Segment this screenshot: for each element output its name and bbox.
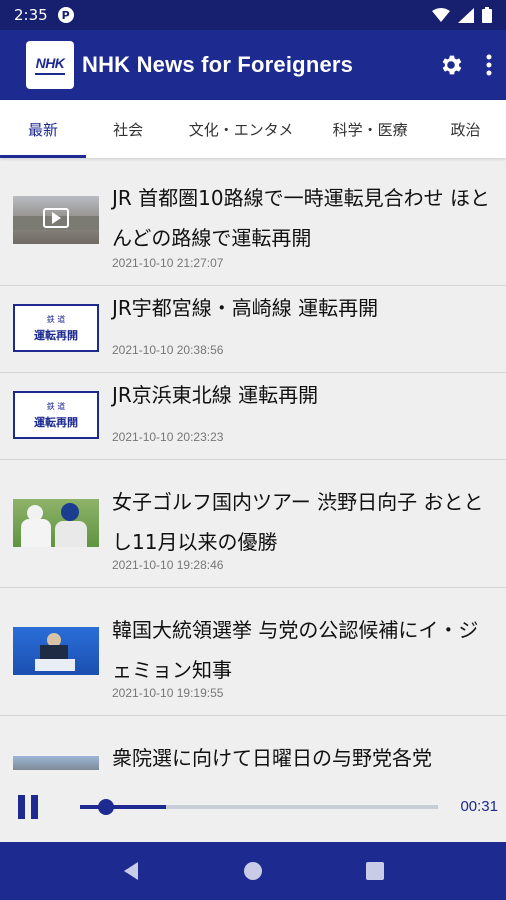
date: 2021-10-10 20:38:56: [112, 343, 224, 357]
recents-icon[interactable]: [366, 862, 385, 880]
article-list: JR 首都圏10路線で一時運転見合わせ ほとんどの路線で運転再開 2021-10…: [0, 164, 506, 786]
list-item[interactable]: 鉄 道 運転再開 JR宇都宮線・高崎線 運転再開 2021-10-10 20:3…: [0, 286, 506, 373]
app-title: NHK News for Foreigners: [82, 52, 354, 77]
pause-icon[interactable]: [18, 795, 44, 819]
nhk-logo: NHK: [26, 41, 74, 89]
street-thumbnail: [13, 756, 99, 770]
progress-fill: [80, 805, 166, 809]
app-bar: NHK NHK News for Foreigners: [0, 30, 506, 100]
play-icon: [43, 208, 69, 228]
signal-icon: [458, 7, 474, 23]
podium-thumbnail: [13, 627, 99, 675]
rail-label-thumbnail: 鉄 道 運転再開: [13, 391, 99, 439]
date: 2021-10-10 19:19:55: [112, 686, 224, 700]
list-item[interactable]: 鉄 道 運転再開 JR京浜東北線 運転再開 2021-10-10 20:23:2…: [0, 373, 506, 460]
status-time: 2:35: [14, 6, 48, 24]
notification-icon: P: [57, 7, 74, 23]
progress-slider[interactable]: [80, 799, 438, 815]
category-tabs: 最新 社会 文化・エンタメ 科学・医療 政治: [0, 100, 506, 158]
more-vert-icon[interactable]: [486, 54, 492, 76]
tab-society[interactable]: 社会: [86, 100, 170, 158]
golf-thumbnail: [13, 499, 99, 547]
wifi-icon: [432, 7, 450, 22]
gear-icon[interactable]: [438, 52, 464, 78]
tab-politics[interactable]: 政治: [429, 100, 506, 158]
home-icon[interactable]: [243, 861, 263, 881]
progress-handle[interactable]: [98, 799, 114, 815]
video-thumbnail: [13, 196, 99, 244]
rail-label-thumbnail: 鉄 道 運転再開: [13, 304, 99, 352]
elapsed-time: 00:31: [460, 798, 498, 815]
status-bar: 2:35 P: [0, 0, 506, 30]
tab-culture[interactable]: 文化・エンタメ: [170, 100, 312, 158]
headline: JR京浜東北線 運転再開: [112, 383, 319, 407]
tab-latest[interactable]: 最新: [0, 100, 87, 158]
list-item[interactable]: 韓国大統領選挙 与党の公認候補にイ・ジェミョン知事 2021-10-10 19:…: [0, 588, 506, 716]
date: 2021-10-10 21:27:07: [112, 256, 224, 270]
list-item[interactable]: JR 首都圏10路線で一時運転見合わせ ほとんどの路線で運転再開 2021-10…: [0, 164, 506, 286]
date: 2021-10-10 20:23:23: [112, 430, 224, 444]
battery-icon: [482, 7, 492, 23]
back-icon[interactable]: [122, 861, 140, 881]
headline: 韓国大統領選挙 与党の公認候補にイ・ジェミョン知事: [112, 618, 479, 682]
tab-science[interactable]: 科学・医療: [312, 100, 429, 158]
headline: JR 首都圏10路線で一時運転見合わせ ほとんどの路線で運転再開: [112, 186, 490, 250]
logo-text: NHK: [35, 55, 65, 71]
date: 2021-10-10 19:28:46: [112, 558, 224, 572]
audio-player: 00:31: [0, 772, 506, 842]
headline: JR宇都宮線・高崎線 運転再開: [112, 296, 379, 320]
list-item[interactable]: 女子ゴルフ国内ツアー 渋野日向子 おととし11月以来の優勝 2021-10-10…: [0, 460, 506, 588]
headline: 女子ゴルフ国内ツアー 渋野日向子 おととし11月以来の優勝: [112, 490, 484, 554]
system-navigation-bar: [0, 842, 506, 900]
